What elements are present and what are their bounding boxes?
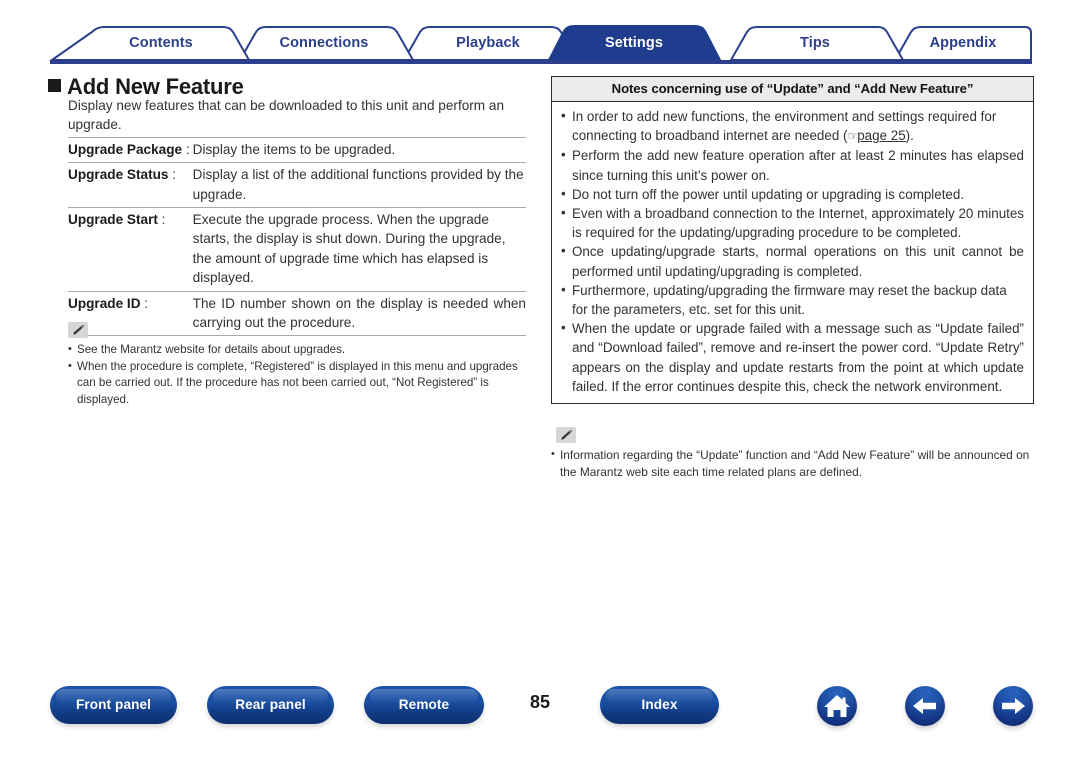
footer-nav: Front panel Rear panel Remote 85 Index [0,686,1080,738]
definition-colon: : [140,295,149,311]
definition-description: Execute the upgrade process. When the up… [192,207,526,292]
definition-colon: : [182,141,190,157]
back-arrow-icon[interactable] [905,686,945,726]
definition-term-text: Upgrade ID [68,295,141,311]
definition-term: Upgrade Package : [68,136,193,163]
pencil-icon [68,322,88,338]
forward-arrow-icon[interactable] [993,686,1033,726]
table-row: Upgrade Start : Execute the upgrade proc… [68,207,526,292]
notes-panel-list: In order to add new functions, the envir… [561,106,1024,396]
list-item: When the update or upgrade failed with a… [561,318,1024,396]
list-item: Information regarding the “Update” funct… [551,446,1031,481]
definition-term: Upgrade Status : [68,162,193,208]
table-row: Upgrade Status : Display a list of the a… [68,162,526,208]
table-row: Upgrade Package : Display the items to b… [68,136,526,163]
right-note-block: Information regarding the “Update” funct… [551,427,1031,481]
tab-contents[interactable]: Contents [86,24,236,62]
note-text-before: In order to add new functions, the envir… [572,109,997,144]
right-note-list: Information regarding the “Update” funct… [551,446,1031,481]
square-bullet-icon [48,79,61,92]
definition-table: Upgrade Package : Display the items to b… [68,136,526,337]
list-item: Furthermore, updating/upgrading the firm… [561,280,1024,319]
left-note-block: See the Marantz website for details abou… [68,322,528,408]
left-column: Display new features that can be downloa… [68,96,526,337]
remote-button[interactable]: Remote [364,686,484,724]
list-item: Even with a broadband connection to the … [561,203,1024,242]
list-item: In order to add new functions, the envir… [561,106,1024,146]
definition-colon: : [168,167,177,183]
left-note-list: See the Marantz website for details abou… [68,341,528,409]
list-item: Once updating/upgrade starts, normal ope… [561,241,1024,280]
list-item: Perform the add new feature operation af… [561,145,1024,184]
definition-term-text: Upgrade Package [68,141,183,157]
tab-connections[interactable]: Connections [249,24,399,62]
page-number: 85 [529,692,551,712]
rear-panel-button[interactable]: Rear panel [207,686,334,724]
home-icon[interactable] [817,686,857,726]
notes-panel: Notes concerning use of “Update” and “Ad… [551,76,1034,405]
definition-description: Display a list of the additional functio… [192,162,526,208]
definition-term: Upgrade Start : [68,207,193,292]
tab-playback[interactable]: Playback [413,24,563,62]
tab-tips[interactable]: Tips [740,24,890,62]
pointing-hand-icon: ☞ [847,129,858,144]
definition-term-text: Upgrade Status [68,167,169,183]
tab-settings[interactable]: Settings [559,24,709,62]
tab-appendix[interactable]: Appendix [888,24,1038,62]
definition-colon: : [157,212,166,228]
definition-description: Display the items to be upgraded. [192,136,526,163]
list-item: Do not turn off the power until updating… [561,184,1024,204]
definition-term-text: Upgrade Start [68,212,158,228]
intro-paragraph: Display new features that can be downloa… [68,98,505,133]
tab-bar: Contents Connections Playback Settings T… [42,24,1032,66]
notes-panel-body: In order to add new functions, the envir… [552,102,1033,403]
page-reference-link[interactable]: page 25 [857,128,905,143]
note-text-after: ). [905,128,914,144]
index-button[interactable]: Index [600,686,719,724]
front-panel-button[interactable]: Front panel [50,686,177,724]
notes-panel-title: Notes concerning use of “Update” and “Ad… [552,77,1033,102]
pencil-icon [556,427,576,443]
list-item: When the procedure is complete, “Registe… [68,358,528,409]
list-item: See the Marantz website for details abou… [68,341,528,359]
